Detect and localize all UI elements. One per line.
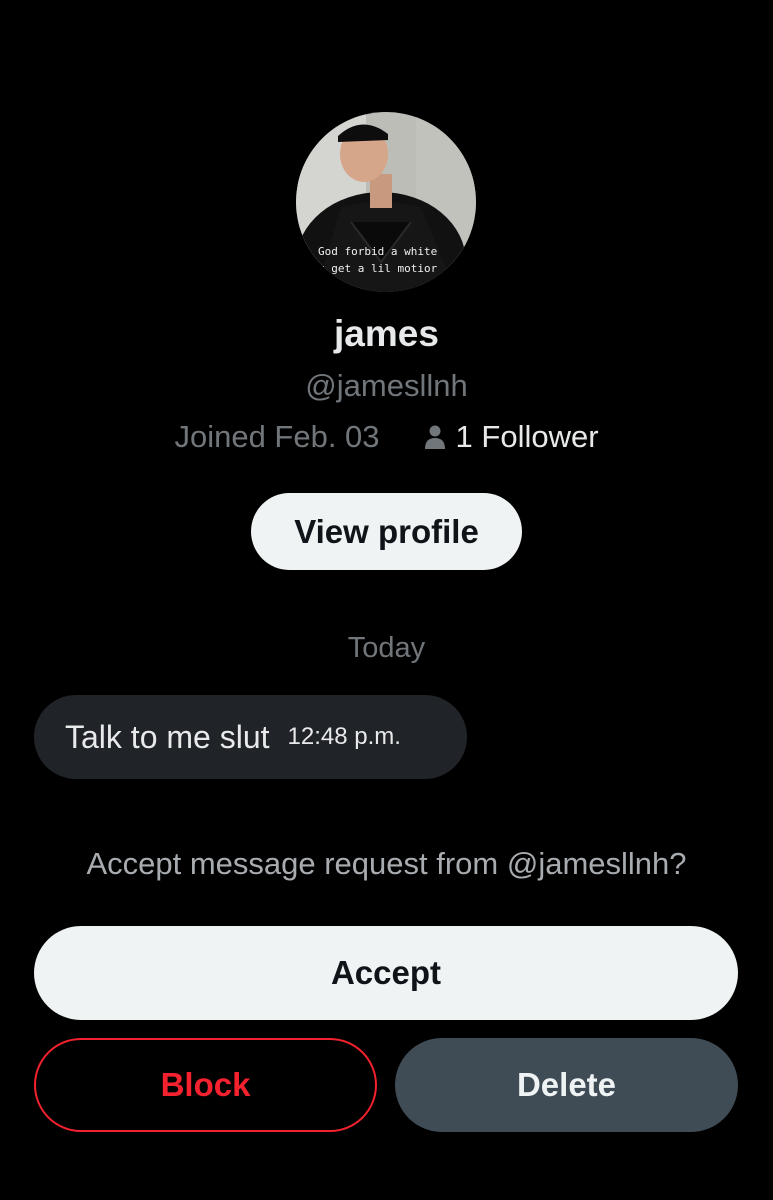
request-prompt: Accept message request from @jamesllnh? (86, 846, 687, 881)
message-bubble[interactable]: Talk to me slut 12:48 p.m. (34, 695, 467, 779)
message-text: Talk to me slut (65, 718, 270, 755)
message-time: 12:48 p.m. (287, 723, 401, 750)
date-divider: Today (347, 632, 426, 664)
followers-label: 1 Follower (455, 419, 599, 454)
profile-meta: Joined Feb. 03 1 Follower (0, 415, 773, 459)
avatar[interactable]: God forbid a white v get a lil motior (296, 112, 476, 292)
view-profile-button[interactable]: View profile (251, 493, 522, 570)
followers-count[interactable]: 1 Follower (424, 415, 599, 459)
profile-display-name: james (334, 313, 439, 354)
profile-handle: @jamesllnh (305, 368, 468, 403)
joined-date: Joined Feb. 03 (174, 419, 380, 454)
person-icon (424, 425, 445, 449)
avatar-caption-1: God forbid a white (318, 245, 437, 258)
avatar-caption-2: v get a lil motior (318, 262, 438, 275)
delete-button[interactable]: Delete (395, 1038, 738, 1132)
accept-button[interactable]: Accept (34, 926, 738, 1020)
avatar-image: God forbid a white v get a lil motior (296, 112, 476, 292)
block-button[interactable]: Block (34, 1038, 377, 1132)
